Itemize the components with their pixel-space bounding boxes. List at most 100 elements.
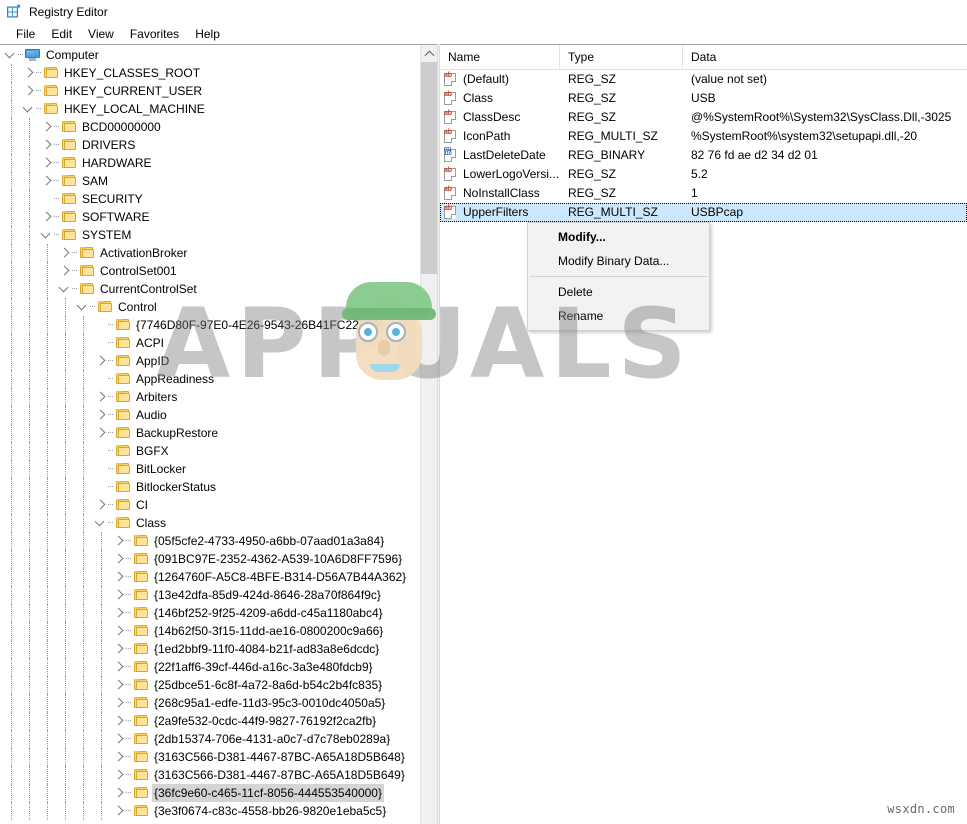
tree-item[interactable]: SAM bbox=[0, 172, 420, 190]
chevron-right-icon[interactable] bbox=[112, 622, 126, 640]
tree-item[interactable]: BackupRestore bbox=[0, 424, 420, 442]
chevron-right-icon[interactable] bbox=[40, 136, 54, 154]
tree-item[interactable]: Arbiters bbox=[0, 388, 420, 406]
value-row[interactable]: abLowerLogoVersi...REG_SZ5.2 bbox=[440, 165, 967, 184]
chevron-right-icon[interactable] bbox=[40, 172, 54, 190]
chevron-down-icon[interactable] bbox=[58, 280, 72, 298]
chevron-right-icon[interactable] bbox=[112, 532, 126, 550]
value-row[interactable]: abIconPathREG_MULTI_SZ%SystemRoot%\syste… bbox=[440, 127, 967, 146]
registry-tree[interactable]: ComputerHKEY_CLASSES_ROOTHKEY_CURRENT_US… bbox=[0, 45, 420, 820]
value-context-menu[interactable]: Modify... Modify Binary Data... Delete R… bbox=[527, 222, 710, 331]
tree-scroll-up-arrow[interactable] bbox=[421, 45, 437, 62]
value-row[interactable]: 011110LastDeleteDateREG_BINARY82 76 fd a… bbox=[440, 146, 967, 165]
chevron-right-icon[interactable] bbox=[94, 352, 108, 370]
tree-item[interactable]: {146bf252-9f25-4209-a6dd-c45a1180abc4} bbox=[0, 604, 420, 622]
chevron-down-icon[interactable] bbox=[4, 46, 18, 64]
tree-item[interactable]: BitlockerStatus bbox=[0, 478, 420, 496]
tree-item[interactable]: AppReadiness bbox=[0, 370, 420, 388]
value-row[interactable]: abClassREG_SZUSB bbox=[440, 89, 967, 108]
chevron-right-icon[interactable] bbox=[40, 118, 54, 136]
chevron-down-icon[interactable] bbox=[76, 298, 90, 316]
chevron-right-icon[interactable] bbox=[22, 64, 36, 82]
tree-item[interactable]: SOFTWARE bbox=[0, 208, 420, 226]
chevron-right-icon[interactable] bbox=[112, 766, 126, 784]
value-row[interactable]: abUpperFiltersREG_MULTI_SZUSBPcap bbox=[440, 203, 967, 222]
tree-item[interactable]: Audio bbox=[0, 406, 420, 424]
tree-item[interactable]: CurrentControlSet bbox=[0, 280, 420, 298]
chevron-right-icon[interactable] bbox=[58, 244, 72, 262]
column-header-type[interactable]: Type bbox=[560, 45, 683, 69]
tree-item[interactable]: Computer bbox=[0, 46, 420, 64]
chevron-right-icon[interactable] bbox=[112, 568, 126, 586]
chevron-right-icon[interactable] bbox=[94, 406, 108, 424]
chevron-right-icon[interactable] bbox=[112, 658, 126, 676]
tree-scroll-thumb[interactable] bbox=[421, 62, 437, 274]
tree-item[interactable]: {1ed2bbf9-11f0-4084-b21f-ad83a8e6dcdc} bbox=[0, 640, 420, 658]
tree-item[interactable]: HKEY_LOCAL_MACHINE bbox=[0, 100, 420, 118]
tree-item[interactable]: ControlSet001 bbox=[0, 262, 420, 280]
tree-item[interactable]: {3163C566-D381-4467-87BC-A65A18D5B649} bbox=[0, 766, 420, 784]
chevron-right-icon[interactable] bbox=[112, 604, 126, 622]
chevron-down-icon[interactable] bbox=[94, 514, 108, 532]
chevron-right-icon[interactable] bbox=[94, 388, 108, 406]
tree-item[interactable]: {13e42dfa-85d9-424d-8646-28a70f864f9c} bbox=[0, 586, 420, 604]
value-row[interactable]: ab(Default)REG_SZ(value not set) bbox=[440, 70, 967, 89]
tree-item[interactable]: SECURITY bbox=[0, 190, 420, 208]
tree-item[interactable]: HKEY_CLASSES_ROOT bbox=[0, 64, 420, 82]
chevron-right-icon[interactable] bbox=[112, 802, 126, 820]
menu-help[interactable]: Help bbox=[187, 26, 228, 42]
chevron-right-icon[interactable] bbox=[58, 262, 72, 280]
tree-item[interactable]: ACPI bbox=[0, 334, 420, 352]
tree-item[interactable]: {3e3f0674-c83c-4558-bb26-9820e1eba5c5} bbox=[0, 802, 420, 820]
context-menu-item-modify-binary-data[interactable]: Modify Binary Data... bbox=[528, 249, 709, 273]
tree-item[interactable]: ActivationBroker bbox=[0, 244, 420, 262]
tree-item[interactable]: {14b62f50-3f15-11dd-ae16-0800200c9a66} bbox=[0, 622, 420, 640]
column-header-name[interactable]: Name bbox=[440, 45, 560, 69]
context-menu-item-rename[interactable]: Rename bbox=[528, 304, 709, 328]
tree-item[interactable]: HARDWARE bbox=[0, 154, 420, 172]
chevron-down-icon[interactable] bbox=[22, 100, 36, 118]
context-menu-item-modify[interactable]: Modify... bbox=[528, 225, 709, 249]
menu-edit[interactable]: Edit bbox=[43, 26, 80, 42]
value-row[interactable]: abNoInstallClassREG_SZ1 bbox=[440, 184, 967, 203]
value-row[interactable]: abClassDescREG_SZ@%SystemRoot%\System32\… bbox=[440, 108, 967, 127]
tree-vertical-scrollbar[interactable] bbox=[420, 45, 437, 824]
chevron-right-icon[interactable] bbox=[112, 730, 126, 748]
chevron-right-icon[interactable] bbox=[112, 550, 126, 568]
tree-item[interactable]: {7746D80F-97E0-4E26-9543-26B41FC22F79} bbox=[0, 316, 420, 334]
menu-file[interactable]: File bbox=[8, 26, 43, 42]
tree-item[interactable]: {3163C566-D381-4467-87BC-A65A18D5B648} bbox=[0, 748, 420, 766]
menu-favorites[interactable]: Favorites bbox=[122, 26, 187, 42]
chevron-down-icon[interactable] bbox=[40, 226, 54, 244]
column-header-data[interactable]: Data bbox=[683, 45, 967, 69]
tree-item[interactable]: Class bbox=[0, 514, 420, 532]
chevron-right-icon[interactable] bbox=[112, 586, 126, 604]
values-list[interactable]: ab(Default)REG_SZ(value not set)abClassR… bbox=[440, 70, 967, 222]
tree-item[interactable]: {36fc9e60-c465-11cf-8056-444553540000} bbox=[0, 784, 420, 802]
tree-item[interactable]: {091BC97E-2352-4362-A539-10A6D8FF7596} bbox=[0, 550, 420, 568]
tree-item[interactable]: SYSTEM bbox=[0, 226, 420, 244]
chevron-right-icon[interactable] bbox=[94, 496, 108, 514]
chevron-right-icon[interactable] bbox=[112, 784, 126, 802]
chevron-right-icon[interactable] bbox=[40, 154, 54, 172]
tree-item[interactable]: HKEY_CURRENT_USER bbox=[0, 82, 420, 100]
tree-item[interactable]: {25dbce51-6c8f-4a72-8a6d-b54c2b4fc835} bbox=[0, 676, 420, 694]
tree-item[interactable]: {1264760F-A5C8-4BFE-B314-D56A7B44A362} bbox=[0, 568, 420, 586]
menu-view[interactable]: View bbox=[80, 26, 122, 42]
tree-item[interactable]: {2a9fe532-0cdc-44f9-9827-76192f2ca2fb} bbox=[0, 712, 420, 730]
tree-item[interactable]: BGFX bbox=[0, 442, 420, 460]
chevron-right-icon[interactable] bbox=[40, 208, 54, 226]
tree-item[interactable]: {268c95a1-edfe-11d3-95c3-0010dc4050a5} bbox=[0, 694, 420, 712]
chevron-right-icon[interactable] bbox=[112, 712, 126, 730]
tree-item[interactable]: AppID bbox=[0, 352, 420, 370]
tree-item[interactable]: CI bbox=[0, 496, 420, 514]
tree-item[interactable]: Control bbox=[0, 298, 420, 316]
chevron-right-icon[interactable] bbox=[94, 424, 108, 442]
chevron-right-icon[interactable] bbox=[112, 694, 126, 712]
chevron-right-icon[interactable] bbox=[112, 676, 126, 694]
tree-item[interactable]: BitLocker bbox=[0, 460, 420, 478]
tree-item[interactable]: BCD00000000 bbox=[0, 118, 420, 136]
chevron-right-icon[interactable] bbox=[112, 640, 126, 658]
tree-item[interactable]: DRIVERS bbox=[0, 136, 420, 154]
context-menu-item-delete[interactable]: Delete bbox=[528, 280, 709, 304]
